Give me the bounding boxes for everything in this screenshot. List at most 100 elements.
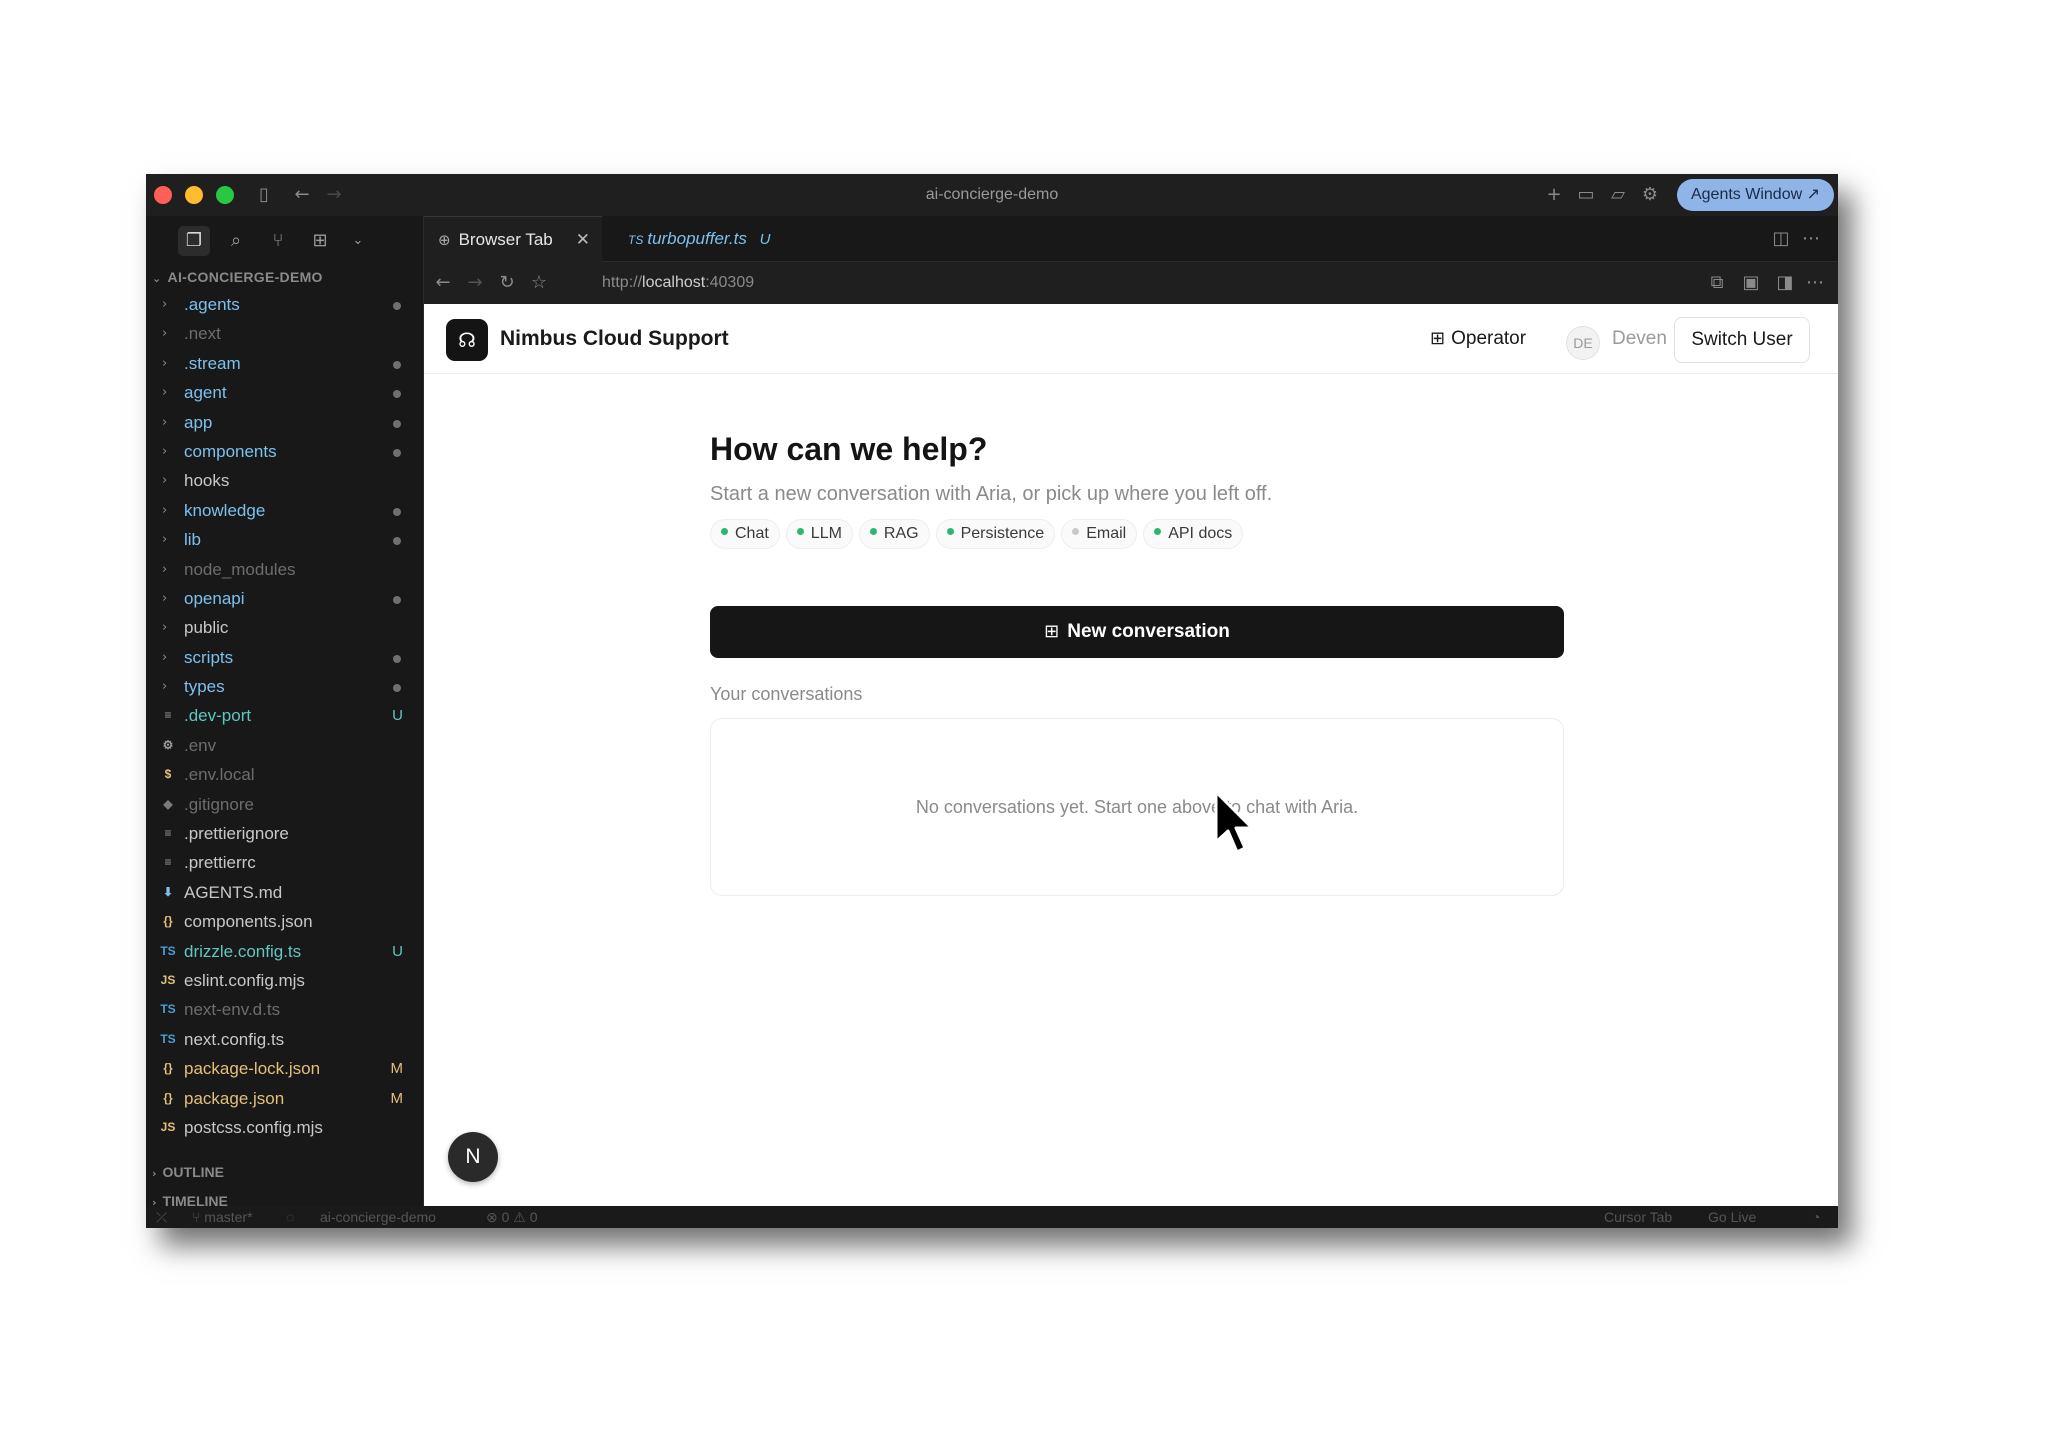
- status-dot: [946, 528, 954, 536]
- tree-item-label: .env: [184, 735, 217, 755]
- agents-window-button[interactable]: Agents Window ↗: [1676, 179, 1834, 211]
- file-type-icon: JS: [160, 1119, 176, 1134]
- forward-arrow-icon[interactable]: →: [462, 270, 488, 296]
- maximize-window-button[interactable]: [216, 186, 234, 204]
- forward-arrow-icon[interactable]: →: [322, 183, 346, 207]
- file-item[interactable]: ⚙ .env: [146, 731, 423, 760]
- modified-dot: [393, 360, 401, 369]
- file-item[interactable]: TS drizzle.config.ts U: [146, 937, 423, 966]
- nextjs-dev-indicator-button[interactable]: N: [448, 1132, 498, 1182]
- file-item[interactable]: {} package.json M: [146, 1084, 423, 1113]
- cursor-tab-status[interactable]: Cursor Tab: [1604, 1206, 1672, 1228]
- modified-dot: [393, 419, 401, 428]
- file-item[interactable]: JS postcss.config.mjs: [146, 1113, 423, 1142]
- screen-share-icon[interactable]: ⧉: [1704, 270, 1730, 296]
- tree-item-label: public: [184, 618, 229, 638]
- file-type-icon: {}: [163, 1061, 173, 1076]
- folder-item[interactable]: › hooks: [146, 466, 423, 495]
- close-icon[interactable]: ✕: [576, 217, 590, 263]
- star-icon[interactable]: ☆: [526, 270, 552, 296]
- git-status-badge: U: [392, 942, 403, 960]
- file-item[interactable]: ⬇ AGENTS.md: [146, 878, 423, 907]
- back-arrow-icon[interactable]: ←: [290, 183, 314, 207]
- problems-status[interactable]: ⊗ 0 ⚠ 0: [486, 1206, 538, 1228]
- app-title[interactable]: Nimbus Cloud Support: [500, 304, 729, 374]
- file-item[interactable]: {} components.json: [146, 907, 423, 936]
- sync-icon[interactable]: ◌: [286, 1206, 294, 1228]
- folder-item[interactable]: › components: [146, 437, 423, 466]
- close-window-button[interactable]: [154, 186, 172, 204]
- go-live-button[interactable]: Go Live: [1708, 1206, 1756, 1228]
- reload-icon[interactable]: ↻: [494, 270, 520, 296]
- file-type-icon: ◆: [163, 796, 173, 811]
- folder-item[interactable]: › .next: [146, 319, 423, 348]
- folder-item[interactable]: › public: [146, 613, 423, 642]
- search-icon[interactable]: ⌕: [220, 226, 252, 256]
- folder-item[interactable]: › scripts: [146, 643, 423, 672]
- feature-chip: LLM: [785, 519, 853, 549]
- operator-link[interactable]: ⊞ Operator: [1430, 304, 1526, 374]
- folder-item[interactable]: › app: [146, 408, 423, 437]
- file-item[interactable]: ≡ .prettierignore: [146, 819, 423, 848]
- message-plus-icon: ⊞: [1044, 621, 1060, 642]
- chevron-right-icon: ›: [162, 561, 168, 577]
- outline-section[interactable]: › OUTLINE: [146, 1158, 224, 1187]
- chevron-down-icon[interactable]: ⌄: [342, 226, 374, 256]
- plus-icon[interactable]: +: [1542, 183, 1566, 207]
- chat-bubble-icon[interactable]: ▱: [1606, 183, 1630, 207]
- feature-chip-label: RAG: [883, 525, 919, 542]
- extensions-icon[interactable]: ⊞: [304, 226, 336, 256]
- file-item[interactable]: ≡ .dev-port U: [146, 701, 423, 730]
- folder-item[interactable]: › openapi: [146, 584, 423, 613]
- tree-item-label: node_modules: [184, 559, 296, 579]
- more-icon[interactable]: ⋯: [1802, 270, 1828, 296]
- side-panel-icon[interactable]: ◨: [1772, 270, 1798, 296]
- chevron-right-icon: ›: [162, 326, 168, 342]
- mouse-cursor-icon: [1214, 790, 1254, 854]
- project-name: AI-CONCIERGE-DEMO: [167, 269, 323, 285]
- file-item[interactable]: ◆ .gitignore: [146, 790, 423, 819]
- source-control-icon[interactable]: ⑂: [262, 226, 294, 256]
- chevron-right-icon: ›: [162, 355, 168, 371]
- devtools-icon[interactable]: ▣: [1738, 270, 1764, 296]
- folder-item[interactable]: › knowledge: [146, 496, 423, 525]
- split-editor-icon[interactable]: ◫: [1768, 226, 1794, 252]
- files-icon[interactable]: ❐: [178, 226, 210, 256]
- panel-icon[interactable]: ▭: [1574, 183, 1598, 207]
- notifications-icon[interactable]: ◔: [1812, 1206, 1820, 1228]
- minimize-window-button[interactable]: [185, 186, 203, 204]
- switch-user-button[interactable]: Switch User: [1674, 317, 1810, 363]
- folder-item[interactable]: › agent: [146, 378, 423, 407]
- file-type-icon: ≡: [164, 855, 172, 870]
- new-conversation-button[interactable]: ⊞ New conversation: [710, 606, 1564, 658]
- url-field[interactable]: http://localhost:40309: [602, 262, 754, 304]
- browser-address-bar: ← → ↻ ☆ http://localhost:40309 ⧉ ▣ ◨ ⋯: [424, 262, 1838, 304]
- explorer-header[interactable]: ⌄ AI-CONCIERGE-DEMO: [146, 264, 423, 290]
- file-item[interactable]: TS next.config.ts: [146, 1025, 423, 1054]
- page-subtitle: Start a new conversation with Aria, or p…: [710, 483, 1273, 505]
- chevron-right-icon: ›: [162, 532, 168, 548]
- file-item[interactable]: $ .env.local: [146, 760, 423, 789]
- folder-item[interactable]: › types: [146, 672, 423, 701]
- branch-status[interactable]: ⑂ master*: [192, 1206, 253, 1228]
- file-item[interactable]: {} package-lock.json M: [146, 1054, 423, 1083]
- tree-item-label: package.json: [184, 1088, 285, 1108]
- folder-item[interactable]: › .agents: [146, 290, 423, 319]
- remote-icon[interactable]: ⤫: [156, 1206, 167, 1228]
- tab-browser[interactable]: ⊕ Browser Tab ✕: [424, 216, 602, 262]
- folder-item[interactable]: › lib: [146, 525, 423, 554]
- feature-chip: API docs: [1143, 519, 1244, 549]
- tree-item-label: drizzle.config.ts: [184, 941, 302, 961]
- file-item[interactable]: TS next-env.d.ts: [146, 995, 423, 1024]
- gear-icon[interactable]: ⚙: [1638, 183, 1662, 207]
- chevron-right-icon: ›: [162, 649, 168, 665]
- more-icon[interactable]: ⋯: [1798, 226, 1824, 252]
- folder-item[interactable]: › node_modules: [146, 555, 423, 584]
- back-arrow-icon[interactable]: ←: [430, 270, 456, 296]
- file-item[interactable]: ≡ .prettierrc: [146, 848, 423, 877]
- folder-item[interactable]: › .stream: [146, 349, 423, 378]
- toggle-sidebar-icon[interactable]: ▯: [252, 183, 276, 207]
- headset-icon[interactable]: ☊: [446, 319, 488, 361]
- tab-turbopuffer[interactable]: TS turbopuffer.ts U: [614, 216, 784, 262]
- file-item[interactable]: JS eslint.config.mjs: [146, 966, 423, 995]
